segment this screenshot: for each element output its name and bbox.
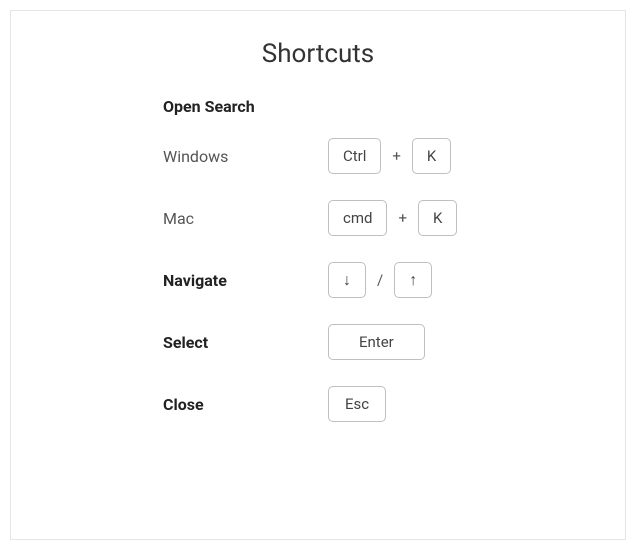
shortcuts-panel: Shortcuts Open Search Windows Ctrl + K M… — [10, 10, 626, 540]
select-label: Select — [163, 333, 328, 352]
windows-keys: Ctrl + K — [328, 138, 451, 174]
open-search-group: Open Search Windows Ctrl + K Mac cmd + K — [163, 97, 585, 236]
k-key: K — [412, 138, 451, 174]
esc-key: Esc — [328, 386, 386, 422]
k-key: K — [418, 200, 457, 236]
navigate-keys: ↓ / ↑ — [328, 262, 432, 298]
navigate-group: Navigate ↓ / ↑ — [163, 262, 585, 298]
enter-key: Enter — [328, 324, 425, 360]
select-keys: Enter — [328, 324, 425, 360]
mac-keys: cmd + K — [328, 200, 457, 236]
slash-separator: / — [377, 271, 383, 289]
navigate-label: Navigate — [163, 271, 328, 290]
select-row: Select Enter — [163, 324, 585, 360]
mac-label: Mac — [163, 209, 328, 228]
close-label: Close — [163, 395, 328, 414]
arrow-down-key: ↓ — [328, 262, 366, 298]
windows-label: Windows — [163, 147, 328, 166]
select-group: Select Enter — [163, 324, 585, 360]
plus-separator: + — [392, 147, 401, 165]
close-keys: Esc — [328, 386, 386, 422]
ctrl-key: Ctrl — [328, 138, 381, 174]
arrow-up-key: ↑ — [394, 262, 432, 298]
navigate-row: Navigate ↓ / ↑ — [163, 262, 585, 298]
windows-row: Windows Ctrl + K — [163, 138, 585, 174]
panel-title: Shortcuts — [51, 39, 585, 69]
mac-row: Mac cmd + K — [163, 200, 585, 236]
close-group: Close Esc — [163, 386, 585, 422]
close-row: Close Esc — [163, 386, 585, 422]
shortcuts-content: Open Search Windows Ctrl + K Mac cmd + K — [51, 97, 585, 422]
plus-separator: + — [398, 209, 407, 227]
open-search-label: Open Search — [163, 97, 585, 116]
cmd-key: cmd — [328, 200, 387, 236]
